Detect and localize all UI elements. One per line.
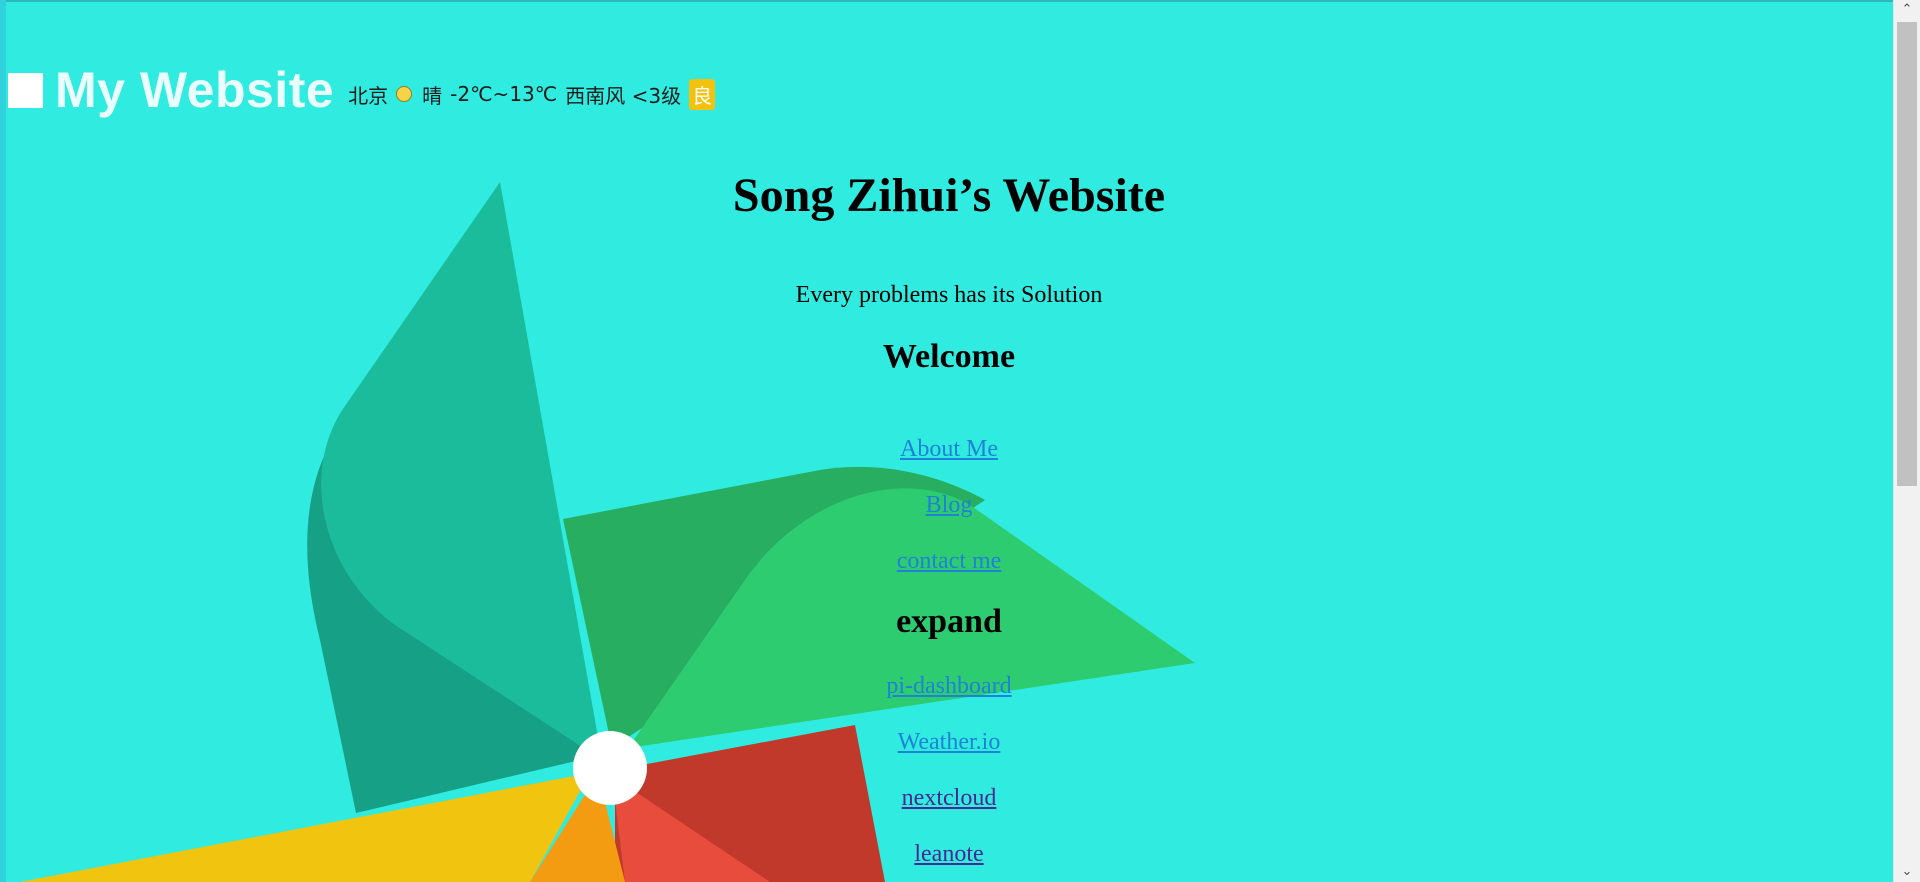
expand-heading: expand (896, 603, 1002, 640)
leanote-link[interactable]: leanote (914, 841, 983, 868)
nextcloud-link[interactable]: nextcloud (902, 785, 997, 812)
scroll-thumb[interactable] (1897, 22, 1917, 486)
vertical-scrollbar[interactable]: ⌃ ⌄ (1893, 0, 1920, 882)
main-content: Song Zihui’s Website Every problems has … (0, 0, 1893, 882)
pi-dashboard-link[interactable]: pi-dashboard (886, 673, 1011, 700)
tagline: Every problems has its Solution (795, 282, 1103, 308)
page-title: Song Zihui’s Website (732, 169, 1166, 222)
weather-io-link[interactable]: Weather.io (898, 729, 1001, 756)
scroll-down-icon[interactable]: ⌄ (1894, 862, 1920, 882)
page-background: My Website 北京 晴 -2℃~13℃ 西南风 <3级 良 Song Z… (0, 0, 1920, 882)
blog-link[interactable]: Blog (926, 492, 973, 519)
contact-me-link[interactable]: contact me (897, 548, 1002, 575)
welcome-heading: Welcome (882, 338, 1016, 375)
scroll-up-icon[interactable]: ⌃ (1894, 0, 1920, 20)
about-me-link[interactable]: About Me (900, 436, 998, 463)
